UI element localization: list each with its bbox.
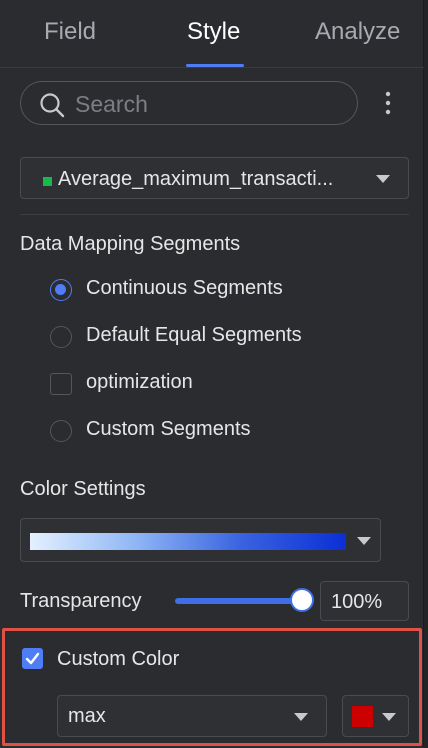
transparency-input[interactable]: 100%	[320, 581, 409, 621]
option-continuous-segments[interactable]: Continuous Segments	[50, 276, 310, 304]
transparency-slider-handle[interactable]	[290, 588, 314, 612]
field-dropdown-value: Average_maximum_transacti...	[58, 168, 334, 190]
option-label: Default Equal Segments	[86, 324, 302, 346]
chevron-down-icon	[294, 713, 308, 721]
divider	[20, 214, 409, 215]
custom-color-target-value: max	[68, 705, 106, 727]
option-label: optimization	[86, 371, 193, 393]
radio-unchecked[interactable]	[50, 420, 72, 442]
transparency-value: 100%	[331, 591, 383, 613]
style-panel: Field Style Analyze Search Average_maxim…	[0, 0, 424, 748]
checkbox-unchecked[interactable]	[50, 373, 72, 395]
color-swatch	[352, 706, 373, 727]
color-scheme-dropdown[interactable]	[20, 518, 381, 562]
vertical-ellipsis-icon[interactable]	[380, 90, 396, 116]
option-default-equal-segments[interactable]: Default Equal Segments	[50, 323, 330, 351]
transparency-label: Transparency	[20, 590, 142, 612]
radio-checked[interactable]	[50, 279, 72, 301]
radio-unchecked[interactable]	[50, 326, 72, 348]
custom-color-target-dropdown[interactable]: max	[57, 695, 327, 737]
color-settings-title: Color Settings	[20, 478, 146, 500]
tab-style[interactable]: Style	[187, 18, 240, 46]
option-custom-segments[interactable]: Custom Segments	[50, 417, 280, 445]
active-tab-indicator	[186, 64, 244, 67]
tab-analyze[interactable]: Analyze	[315, 18, 400, 46]
checkmark-icon	[25, 652, 40, 665]
color-picker-dropdown[interactable]	[342, 695, 409, 737]
field-type-indicator	[43, 177, 52, 186]
data-mapping-title: Data Mapping Segments	[20, 233, 241, 255]
search-input[interactable]: Search	[20, 81, 358, 125]
chevron-down-icon	[376, 175, 390, 183]
chevron-down-icon	[382, 713, 396, 721]
search-placeholder: Search	[75, 91, 148, 117]
transparency-slider-track[interactable]	[175, 598, 303, 604]
option-label: Custom Segments	[86, 418, 251, 440]
tab-bar: Field Style Analyze	[0, 0, 424, 68]
search-icon	[40, 93, 65, 118]
field-dropdown[interactable]: Average_maximum_transacti...	[20, 157, 409, 199]
chevron-down-icon	[357, 537, 371, 545]
option-label: Continuous Segments	[86, 277, 283, 299]
option-optimization[interactable]: optimization	[50, 370, 220, 398]
custom-color-checkbox[interactable]	[22, 648, 43, 669]
custom-color-label: Custom Color	[57, 648, 180, 670]
tab-field[interactable]: Field	[44, 18, 96, 46]
color-gradient-preview	[30, 533, 346, 550]
